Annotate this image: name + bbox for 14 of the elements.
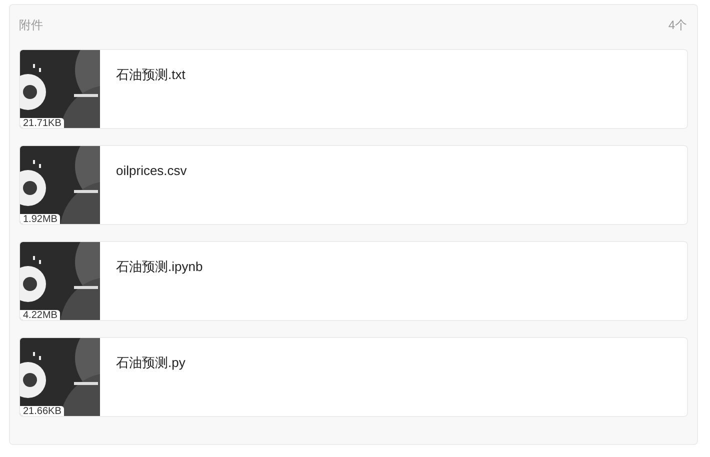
file-count: 4个 <box>668 17 688 34</box>
file-size: 21.71KB <box>20 118 64 128</box>
file-name[interactable]: oilprices.csv <box>116 163 187 179</box>
panel-title: 附件 <box>19 17 43 34</box>
file-card[interactable]: 21.66KB 石油预测.py <box>19 337 688 417</box>
file-name[interactable]: 石油预测.ipynb <box>116 259 203 275</box>
file-size: 4.22MB <box>20 310 60 320</box>
file-size: 21.66KB <box>20 406 64 416</box>
file-name[interactable]: 石油预测.txt <box>116 67 186 83</box>
file-card[interactable]: 4.22MB 石油预测.ipynb <box>19 241 688 321</box>
file-size: 1.92MB <box>20 214 60 224</box>
file-name[interactable]: 石油预测.py <box>116 355 186 371</box>
file-card[interactable]: 1.92MB oilprices.csv <box>19 145 688 225</box>
file-card[interactable]: 21.71KB 石油预测.txt <box>19 49 688 129</box>
